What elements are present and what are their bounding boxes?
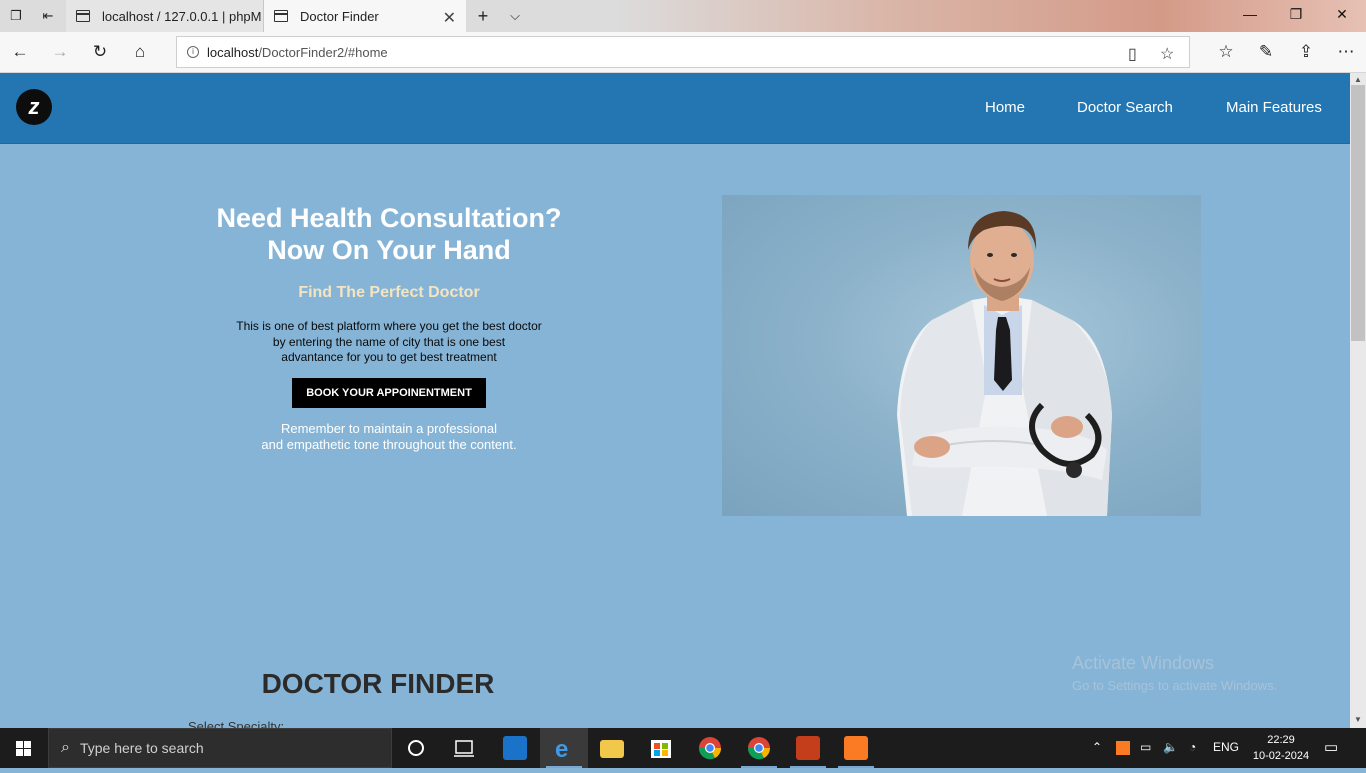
svg-text:e: e	[555, 736, 568, 763]
scroll-thumb[interactable]	[1351, 85, 1365, 341]
tab-title: localhost / 127.0.0.1 | phpM	[102, 8, 262, 24]
doctor-illustration	[897, 211, 1112, 516]
taskbar-edge[interactable]: e	[540, 728, 588, 768]
chrome-icon	[698, 737, 722, 760]
edge-icon: e	[555, 736, 568, 763]
xampp-tray-icon[interactable]	[1116, 741, 1130, 755]
system-clock[interactable]: 22:29 10-02-2024	[1252, 732, 1310, 764]
page-icon	[76, 10, 90, 22]
close-window-icon[interactable]: ✕	[1332, 6, 1352, 23]
browser-toolbar: ← → ↻ ⌂ i localhost/DoctorFinder2/#home …	[0, 32, 1366, 73]
desc-line: by entering the name of city that is one…	[272, 334, 506, 349]
hero-title-line: Now On Your Hand	[267, 235, 511, 265]
search-placeholder: Type here to search	[79, 740, 204, 756]
notifications-icon[interactable]: ▭	[1324, 738, 1338, 756]
hero-description: This is one of best platform where you g…	[190, 319, 588, 366]
favorite-star-icon[interactable]: ☆	[1160, 44, 1174, 64]
tab-actions-icon[interactable]: ❐	[8, 8, 24, 24]
taskbar-mail[interactable]	[491, 728, 539, 768]
hero-title: Need Health Consultation? Now On Your Ha…	[190, 202, 588, 266]
address-bar[interactable]: i localhost/DoctorFinder2/#home ▯ ☆	[176, 36, 1190, 68]
set-aside-tabs-icon[interactable]: ⇤	[40, 8, 56, 24]
scroll-up-icon[interactable]: ▲	[1350, 75, 1366, 84]
windows-taskbar: ⌕ Type here to search e ⌃ ▭ 🔈 ◔ ENG 22:2…	[0, 728, 1366, 768]
page-scrollbar[interactable]: ▲ ▼	[1350, 73, 1366, 728]
search-icon: ⌕	[61, 739, 70, 756]
refresh-icon[interactable]: ↻	[89, 41, 111, 63]
web-page: z Home Doctor Search Main Features Need …	[0, 73, 1350, 728]
book-appointment-button[interactable]: BOOK YOUR APPOINENTMENT	[292, 378, 486, 408]
scroll-down-icon[interactable]: ▼	[1350, 715, 1366, 724]
nav-main-features[interactable]: Main Features	[1226, 99, 1322, 116]
reading-view-icon[interactable]: ▯	[1128, 44, 1137, 64]
note-line: Remember to maintain a professional	[280, 421, 498, 436]
cortana-button[interactable]	[392, 728, 440, 768]
doctor-photo	[722, 195, 1201, 516]
clock-date: 10-02-2024	[1252, 750, 1310, 762]
doctor-finder-title: DOCTOR FINDER	[261, 668, 495, 699]
language-indicator[interactable]: ENG	[1213, 740, 1239, 754]
more-icon[interactable]: ⋯	[1335, 41, 1357, 63]
browser-tab-bar: ❐ ⇤ localhost / 127.0.0.1 | phpM Doctor …	[0, 0, 1366, 32]
minimize-icon[interactable]: —	[1240, 6, 1260, 22]
cortana-circle-icon	[408, 740, 424, 756]
taskbar-chrome-2[interactable]	[735, 728, 783, 768]
desc-line: This is one of best platform where you g…	[236, 319, 542, 333]
desc-line: advantance for you to get best treatment	[281, 350, 497, 364]
site-logo[interactable]: z	[16, 89, 52, 125]
task-view-icon	[454, 740, 474, 757]
chrome-icon	[747, 737, 771, 760]
page-icon	[274, 10, 288, 22]
watermark-title: Activate Windows	[1072, 653, 1215, 673]
task-view-button[interactable]	[440, 728, 488, 768]
back-icon[interactable]: ←	[9, 41, 31, 63]
watermark-subtitle: Go to Settings to activate Windows.	[1072, 678, 1278, 693]
notes-pen-icon[interactable]: ✎	[1255, 41, 1277, 63]
tab-phpmyadmin[interactable]: localhost / 127.0.0.1 | phpM	[66, 0, 264, 32]
tray-overflow-icon[interactable]: ⌃	[1092, 740, 1102, 754]
windows-logo-icon	[16, 741, 31, 756]
activate-windows-watermark: Activate Windows Go to Settings to activ…	[1072, 653, 1277, 693]
close-tab-icon[interactable]: ✕	[443, 8, 456, 28]
home-icon[interactable]: ⌂	[129, 41, 151, 63]
folder-icon	[600, 740, 624, 758]
wifi-icon[interactable]: ◔	[1189, 740, 1196, 754]
taskbar-file-explorer[interactable]	[588, 728, 636, 768]
taskbar-xampp[interactable]	[832, 728, 880, 768]
hero-title-line: Need Health Consultation?	[216, 203, 562, 233]
note-line: and empathetic tone throughout the conte…	[261, 437, 517, 452]
volume-icon[interactable]: 🔈	[1163, 740, 1178, 754]
nav-home[interactable]: Home	[985, 99, 1025, 116]
taskbar-store[interactable]	[637, 728, 685, 768]
info-icon[interactable]: i	[187, 46, 199, 58]
new-tab-icon[interactable]: +	[475, 7, 491, 25]
url-path: /DoctorFinder2/#home	[258, 44, 388, 60]
chevron-down-icon[interactable]: ⌵	[507, 8, 523, 24]
url-host: localhost	[207, 44, 259, 60]
restore-icon[interactable]: ❐	[1286, 6, 1306, 23]
start-button[interactable]	[0, 728, 48, 768]
battery-icon[interactable]: ▭	[1140, 740, 1151, 754]
favorites-icon[interactable]: ☆	[1215, 41, 1237, 63]
taskbar-chrome[interactable]	[686, 728, 734, 768]
xampp-icon	[844, 736, 868, 760]
powerpoint-icon	[796, 736, 820, 760]
site-navbar: z Home Doctor Search Main Features	[0, 73, 1350, 144]
clock-time: 22:29	[1267, 734, 1295, 746]
forward-icon[interactable]: →	[49, 41, 71, 63]
taskbar-powerpoint[interactable]	[784, 728, 832, 768]
store-icon	[651, 740, 671, 758]
share-icon[interactable]: ⇪	[1295, 41, 1317, 63]
tab-title: Doctor Finder	[300, 8, 379, 24]
specialty-label: Select Specialty:	[188, 719, 285, 728]
taskbar-search-box[interactable]: ⌕ Type here to search	[48, 728, 392, 768]
nav-doctor-search[interactable]: Doctor Search	[1077, 99, 1173, 116]
hero-subtitle: Find The Perfect Doctor	[298, 284, 480, 301]
hero-note: Remember to maintain a professional and …	[190, 421, 588, 453]
mail-icon	[503, 736, 527, 760]
tab-doctor-finder[interactable]: Doctor Finder ✕	[264, 0, 466, 32]
